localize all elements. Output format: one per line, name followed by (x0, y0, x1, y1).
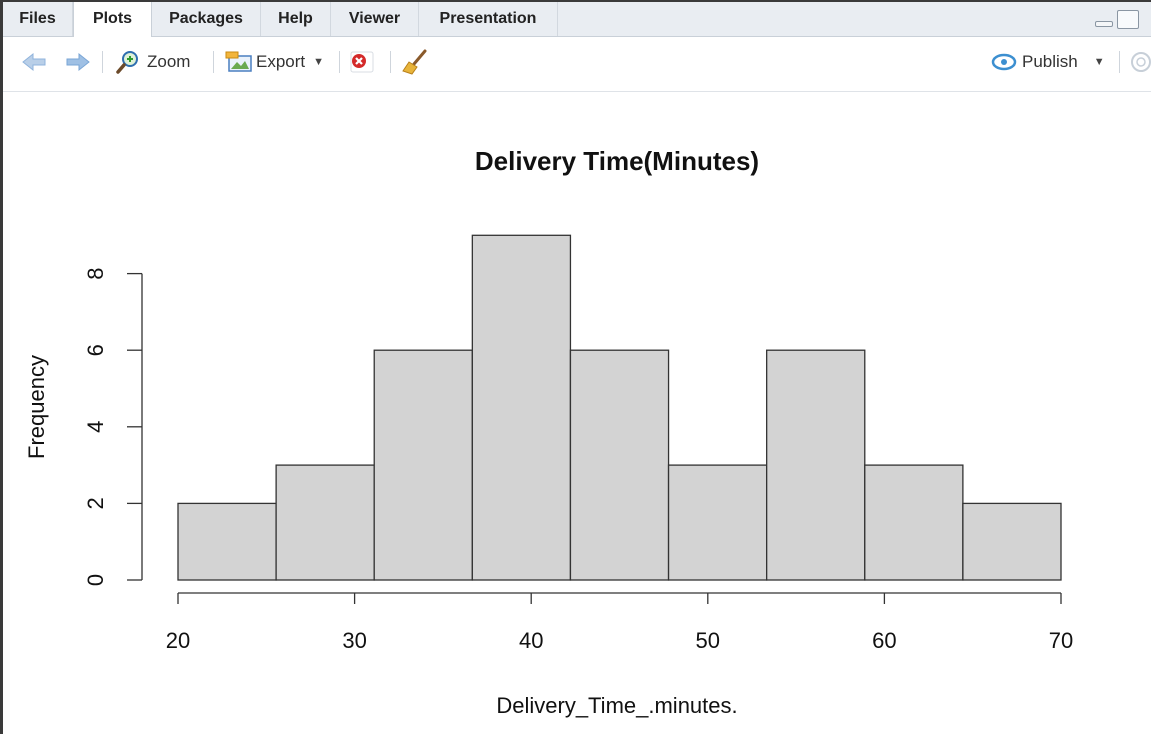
tab-files[interactable]: Files (3, 2, 73, 36)
histogram-chart: Delivery Time(Minutes) Delivery_Time_.mi… (24, 146, 1073, 718)
publish-button[interactable]: Publish ▼ (990, 47, 1105, 77)
histogram-bar (864, 464, 964, 581)
clear-all-plots-button[interactable] (401, 47, 429, 77)
refresh-icon (1131, 52, 1151, 72)
y-axis: 0 2 4 6 8 (83, 267, 143, 586)
tab-viewer[interactable]: Viewer (331, 2, 419, 36)
toolbar-separator (1119, 51, 1120, 73)
broom-icon (402, 49, 427, 75)
histogram-bar (766, 349, 866, 581)
histogram-bar (569, 349, 670, 581)
tab-presentation[interactable]: Presentation (419, 2, 558, 36)
x-tick-label: 60 (872, 628, 896, 653)
x-tick-label: 50 (696, 628, 720, 653)
histogram-bar (667, 464, 768, 581)
histogram-bar (471, 234, 572, 581)
tab-plots[interactable]: Plots (73, 2, 152, 37)
toolbar-separator (102, 51, 103, 73)
forward-button[interactable] (65, 47, 91, 77)
refresh-button[interactable] (1127, 47, 1151, 77)
remove-plot-button[interactable] (349, 47, 375, 77)
export-label: Export (256, 52, 306, 71)
maximize-icon[interactable] (1117, 10, 1139, 29)
toolbar-separator (213, 51, 214, 73)
bars-layer (177, 234, 1062, 581)
pane-tab-bar: Files Plots Packages Help Viewer Present… (3, 2, 1151, 37)
x-tick-label: 70 (1049, 628, 1073, 653)
y-tick-label: 4 (83, 421, 108, 433)
zoom-icon (116, 51, 138, 74)
export-dropdown-caret-icon[interactable]: ▼ (313, 56, 324, 68)
minimize-icon[interactable] (1095, 21, 1113, 27)
x-axis: 20 30 40 50 60 70 (166, 592, 1073, 653)
forward-arrow-icon (66, 52, 90, 72)
toolbar-separator (339, 51, 340, 73)
remove-plot-icon (350, 51, 374, 73)
toolbar-separator (390, 51, 391, 73)
zoom-button[interactable]: Zoom (115, 47, 190, 77)
publish-label: Publish (1022, 52, 1078, 71)
histogram-bar (962, 502, 1062, 581)
tab-help[interactable]: Help (261, 2, 331, 36)
export-icon (225, 51, 252, 72)
back-button[interactable] (21, 47, 47, 77)
export-button[interactable]: Export ▼ (225, 47, 324, 77)
back-arrow-icon (22, 52, 46, 72)
plots-toolbar: Zoom Export ▼ Publish ▼ (3, 37, 1151, 92)
x-tick-label: 40 (519, 628, 543, 653)
zoom-label: Zoom (147, 52, 191, 71)
tab-packages[interactable]: Packages (152, 2, 261, 36)
x-tick-label: 20 (166, 628, 190, 653)
pane-window-controls (1095, 10, 1149, 32)
y-tick-label: 0 (83, 574, 108, 586)
y-axis-label: Frequency (24, 355, 49, 459)
histogram-bar (373, 349, 473, 581)
y-tick-label: 2 (83, 497, 108, 509)
chart-title: Delivery Time(Minutes) (475, 146, 759, 176)
y-tick-label: 6 (83, 344, 108, 356)
plots-pane: Files Plots Packages Help Viewer Present… (0, 0, 1151, 734)
x-tick-label: 30 (342, 628, 366, 653)
histogram-bar (275, 464, 375, 581)
y-tick-label: 8 (83, 267, 108, 279)
publish-dropdown-caret-icon[interactable]: ▼ (1094, 56, 1105, 68)
plot-canvas: Delivery Time(Minutes) Delivery_Time_.mi… (3, 92, 1151, 734)
x-axis-label: Delivery_Time_.minutes. (496, 693, 737, 718)
histogram-bar (177, 502, 277, 581)
publish-icon (991, 53, 1017, 71)
